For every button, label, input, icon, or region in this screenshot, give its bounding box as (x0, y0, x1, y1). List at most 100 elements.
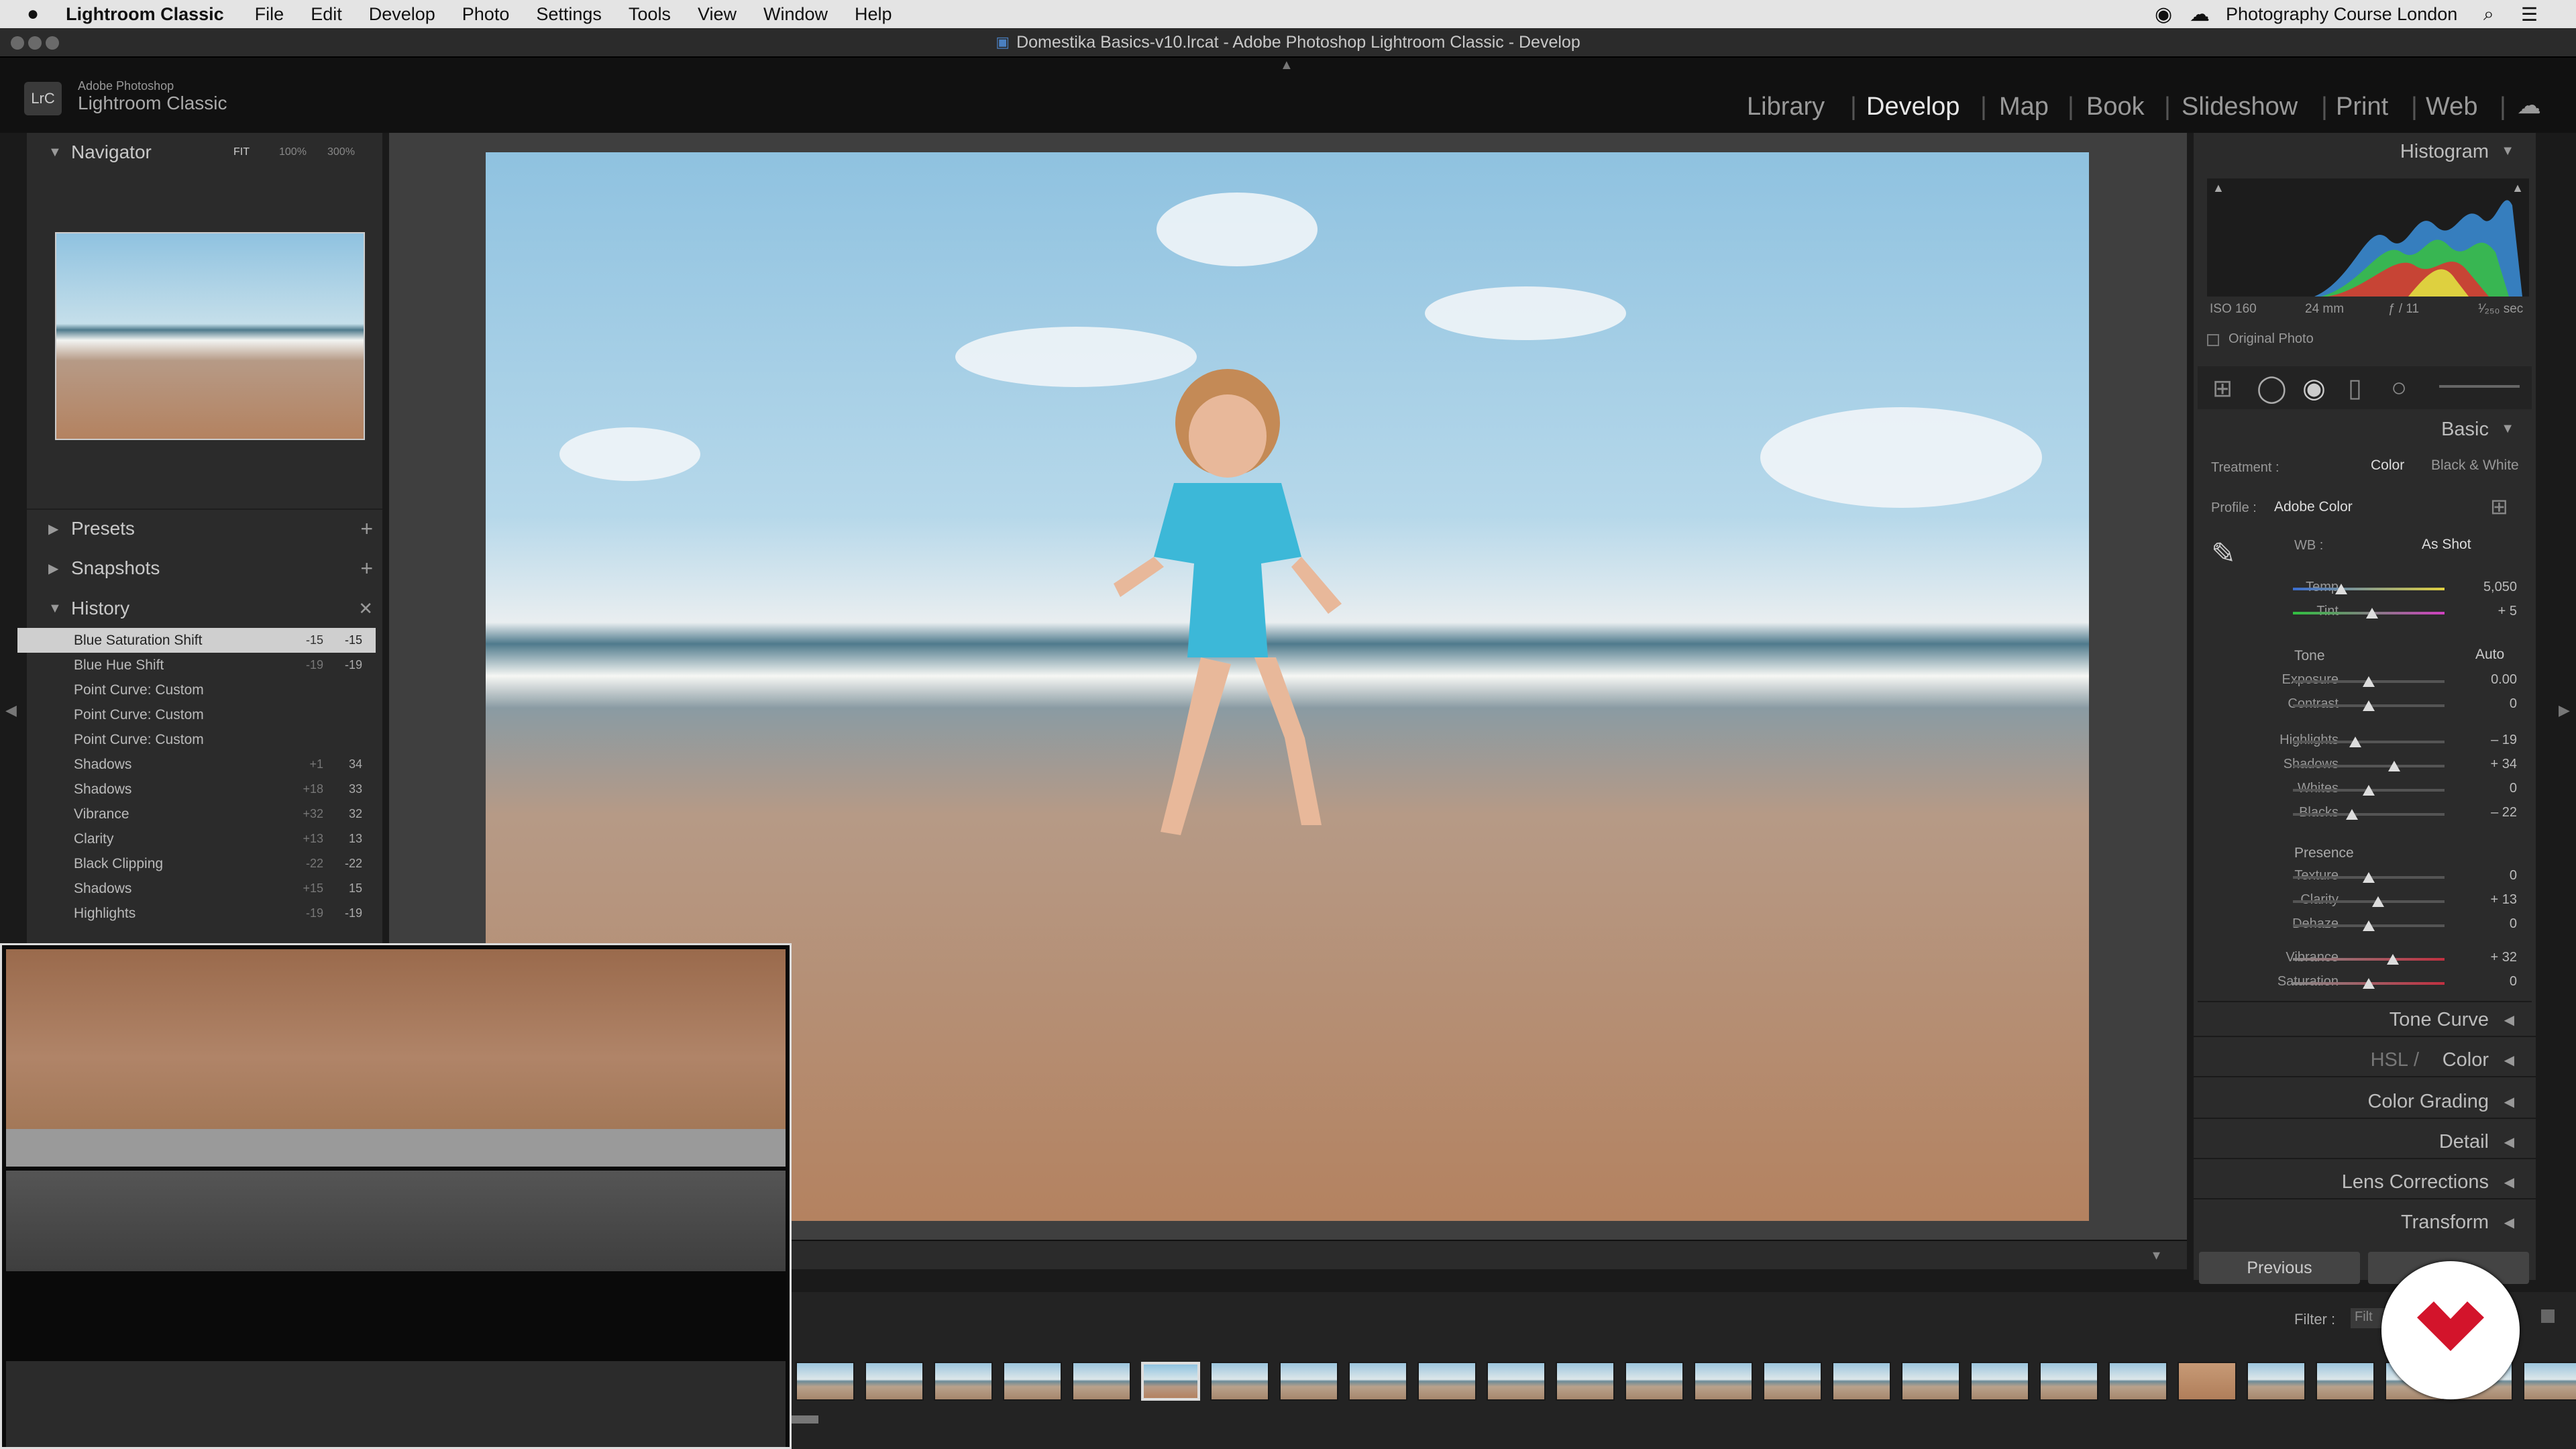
module-slideshow[interactable]: Slideshow (2182, 93, 2298, 121)
slider-value[interactable]: 0.00 (2447, 672, 2517, 688)
zoom-fit[interactable]: FIT (233, 146, 250, 158)
history-item[interactable]: Vibrance +32 32 (17, 802, 376, 826)
module-map[interactable]: Map (1999, 93, 2049, 121)
menu-help[interactable]: Help (855, 4, 892, 25)
graduated-filter-icon[interactable]: ▯ (2348, 373, 2362, 403)
search-icon[interactable]: ⌕ (2483, 3, 2494, 25)
crop-tool-icon[interactable]: ⊞ (2212, 374, 2233, 402)
wb-eyedropper-icon[interactable]: ✎ (2211, 537, 2236, 571)
filmstrip-thumbnail[interactable] (1348, 1362, 1407, 1401)
slider-value[interactable]: – 22 (2447, 805, 2517, 820)
menu-file[interactable]: File (255, 4, 284, 25)
slider-value[interactable]: + 32 (2447, 950, 2517, 965)
filmstrip-thumbnail[interactable] (1763, 1362, 1822, 1401)
history-item[interactable]: Shadows +18 33 (17, 777, 376, 802)
filmstrip-scrollbar[interactable] (792, 1415, 818, 1424)
filmstrip-thumbnail[interactable] (1832, 1362, 1891, 1401)
spot-removal-icon[interactable]: ◯ (2257, 373, 2287, 404)
module-print[interactable]: Print (2336, 93, 2388, 121)
slider-value[interactable]: 0 (2447, 696, 2517, 712)
clear-history-icon[interactable]: ✕ (358, 598, 373, 619)
history-item[interactable]: Shadows +1 34 (17, 752, 376, 777)
filmstrip-thumbnail[interactable] (2178, 1362, 2237, 1401)
menu-photo[interactable]: Photo (462, 4, 510, 25)
history-item[interactable]: Shadows +15 15 (17, 876, 376, 901)
cloud-sync-icon[interactable]: ☁ (2517, 91, 2541, 119)
filmstrip-thumbnail[interactable] (1072, 1362, 1131, 1401)
close-window-button[interactable] (11, 36, 24, 50)
detail-header[interactable]: Detail ◀ (2194, 1126, 2536, 1159)
slider-thumb[interactable] (2363, 872, 2375, 883)
brush-slider-icon[interactable] (2439, 385, 2520, 388)
slider-thumb[interactable] (2365, 608, 2378, 619)
filmstrip-thumbnail[interactable] (2247, 1362, 2306, 1401)
toolbar-menu-icon[interactable]: ▾ (2153, 1246, 2160, 1264)
menu-app[interactable]: Lightroom Classic (66, 4, 224, 25)
red-eye-icon[interactable]: ◉ (2302, 373, 2326, 404)
shadow-clipping-icon[interactable]: ▲ (2212, 181, 2224, 195)
slider-track[interactable] (2293, 765, 2445, 767)
slider-value[interactable]: 0 (2447, 974, 2517, 989)
filmstrip-thumbnail[interactable] (1487, 1362, 1546, 1401)
slider-track[interactable] (2293, 741, 2445, 743)
filmstrip-thumbnail[interactable] (934, 1362, 993, 1401)
slider-value[interactable]: 0 (2447, 868, 2517, 883)
history-item[interactable]: Blue Saturation Shift -15 -15 (17, 628, 376, 653)
treatment-color[interactable]: Color (2371, 458, 2404, 474)
module-develop[interactable]: Develop (1866, 93, 1960, 121)
slider-value[interactable]: 5,050 (2447, 580, 2517, 595)
filmstrip-thumbnail[interactable] (2039, 1362, 2098, 1401)
history-item[interactable]: Point Curve: Custom (17, 727, 376, 752)
slider-thumb[interactable] (2388, 761, 2401, 771)
slider-track[interactable] (2293, 588, 2445, 590)
history-header[interactable]: ▼ History ✕ (27, 589, 382, 628)
filmstrip-thumbnail[interactable] (1279, 1362, 1338, 1401)
slider-value[interactable]: + 13 (2447, 892, 2517, 908)
filmstrip-thumbnail[interactable] (2523, 1362, 2576, 1401)
zoom-300[interactable]: 300% (327, 146, 355, 158)
slider-thumb[interactable] (2363, 785, 2375, 796)
hsl-color-header[interactable]: HSL / Color ◀ (2194, 1044, 2536, 1077)
filmstrip-thumbnail[interactable] (1901, 1362, 1960, 1401)
filmstrip-thumbnail[interactable] (796, 1362, 855, 1401)
slider-track[interactable] (2293, 813, 2445, 816)
record-icon[interactable]: ◉ (2155, 3, 2172, 26)
basic-header[interactable]: Basic ▼ (2194, 413, 2536, 447)
history-item[interactable]: Blue Hue Shift -19 -19 (17, 653, 376, 678)
module-library[interactable]: Library (1747, 93, 1825, 121)
minimize-window-button[interactable] (28, 36, 42, 50)
control-center-icon[interactable]: ☰ (2521, 3, 2538, 25)
filmstrip-thumbnail[interactable] (1141, 1362, 1200, 1401)
module-book[interactable]: Book (2086, 93, 2145, 121)
histogram[interactable]: ▲ ▲ (2207, 178, 2529, 297)
snapshots-header[interactable]: ▶ Snapshots + (27, 549, 382, 588)
slider-thumb[interactable] (2363, 978, 2375, 989)
filmstrip-toggle-icon[interactable] (2541, 1309, 2555, 1323)
profile-dropdown[interactable]: Adobe Color (2274, 499, 2353, 515)
slider-thumb[interactable] (2363, 700, 2375, 711)
creative-cloud-icon[interactable]: ☁ (2190, 3, 2210, 26)
lens-corrections-header[interactable]: Lens Corrections ◀ (2194, 1166, 2536, 1199)
slider-thumb[interactable] (2346, 809, 2359, 820)
slider-value[interactable]: 0 (2447, 916, 2517, 932)
highlight-clipping-icon[interactable]: ▲ (2512, 181, 2524, 195)
slider-thumb[interactable] (2371, 896, 2384, 907)
zoom-100[interactable]: 100% (279, 146, 307, 158)
original-photo-checkbox[interactable] (2207, 334, 2219, 346)
previous-button[interactable]: Previous (2199, 1252, 2360, 1284)
presets-header[interactable]: ▶ Presets + (27, 508, 382, 547)
filmstrip-thumbnail[interactable] (1417, 1362, 1477, 1401)
menu-view[interactable]: View (698, 4, 737, 25)
slider-value[interactable]: 0 (2447, 781, 2517, 796)
slider-value[interactable]: + 34 (2447, 757, 2517, 772)
zoom-window-button[interactable] (46, 36, 59, 50)
filmstrip-thumbnail[interactable] (1970, 1362, 2029, 1401)
history-item[interactable]: Highlights -19 -19 (17, 901, 376, 926)
treatment-bw[interactable]: Black & White (2431, 458, 2519, 474)
menu-tools[interactable]: Tools (629, 4, 671, 25)
slider-track[interactable] (2293, 900, 2445, 903)
menu-window[interactable]: Window (763, 4, 828, 25)
apple-icon[interactable]: ● (27, 3, 39, 25)
slider-thumb[interactable] (2335, 584, 2348, 594)
auto-tone-button[interactable]: Auto (2475, 647, 2504, 663)
